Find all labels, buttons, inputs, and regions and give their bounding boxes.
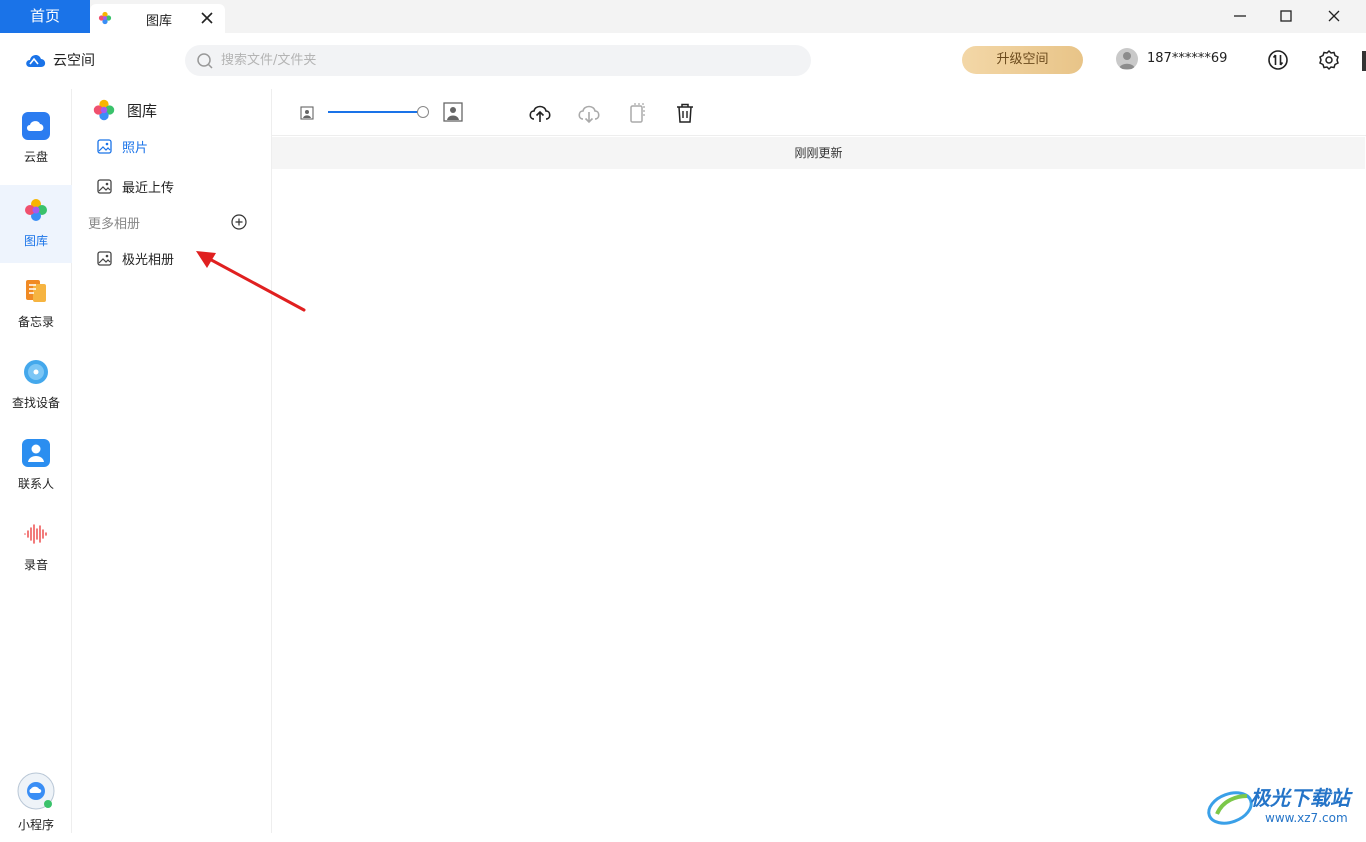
- album-label: 照片: [122, 141, 149, 156]
- rail-label: 联系人: [17, 477, 54, 491]
- annotation-arrow-icon: [196, 251, 306, 312]
- watermark: 极光下载站 www.xz7.com: [1205, 780, 1365, 830]
- minimize-icon[interactable]: [1231, 7, 1249, 25]
- upload-icon[interactable]: [528, 101, 552, 125]
- album-label: 最近上传: [122, 181, 175, 196]
- rail-label: 备忘录: [17, 315, 54, 329]
- search-input[interactable]: [221, 45, 801, 76]
- title-bar: 首页 图库: [0, 0, 1366, 33]
- thumbnail-size-slider[interactable]: [328, 111, 428, 113]
- contacts-icon: [22, 439, 50, 467]
- left-rail: 云盘 图库 备忘录 查找设备 联系人 录音 小程序: [0, 89, 72, 833]
- add-album-icon[interactable]: [231, 214, 247, 230]
- albums-header: 图库: [91, 97, 157, 123]
- toolbar: [272, 89, 1366, 136]
- rail-label: 云盘: [23, 150, 48, 164]
- rail-item-gallery[interactable]: 图库: [0, 185, 72, 263]
- rail-item-contacts[interactable]: 联系人: [0, 428, 72, 506]
- main-panel: 刚刚更新: [272, 89, 1366, 833]
- rail-label: 查找设备: [11, 396, 60, 410]
- brand: 云空间: [24, 50, 95, 70]
- app-header: 云空间 升级空间 187******69: [0, 33, 1366, 89]
- albums-title: 图库: [127, 101, 158, 120]
- maximize-icon[interactable]: [1277, 7, 1295, 25]
- tab-gallery[interactable]: 图库: [90, 4, 225, 33]
- settings-gear-icon[interactable]: [1318, 49, 1340, 71]
- update-status: 刚刚更新: [272, 137, 1365, 169]
- upgrade-button[interactable]: 升级空间: [962, 46, 1083, 74]
- more-albums-label: 更多相册: [88, 217, 141, 232]
- image-icon: [97, 179, 112, 194]
- find-device-icon: [24, 360, 48, 384]
- tab-home[interactable]: 首页: [0, 0, 90, 33]
- transfer-icon[interactable]: [1267, 49, 1289, 71]
- tab-gallery-label: 图库: [146, 14, 173, 29]
- brand-name: 云空间: [53, 53, 95, 69]
- close-icon[interactable]: [200, 11, 214, 25]
- cloud-drive-icon: [22, 112, 50, 140]
- rail-item-find-device[interactable]: 查找设备: [0, 347, 72, 425]
- recording-icon: [24, 524, 47, 544]
- avatar[interactable]: [1116, 48, 1138, 70]
- rail-item-cloud-drive[interactable]: 云盘: [0, 101, 72, 179]
- album-sidebar: 图库 照片 最近上传 更多相册 极光相册: [73, 89, 272, 833]
- rail-item-notes[interactable]: 备忘录: [0, 266, 72, 344]
- image-icon: [97, 251, 112, 266]
- watermark-logo-icon: [1207, 791, 1253, 825]
- delete-trash-icon[interactable]: [673, 101, 697, 125]
- rail-label: 小程序: [17, 818, 54, 832]
- album-label: 极光相册: [122, 253, 175, 268]
- cloud-logo-icon: [26, 54, 46, 67]
- download-icon[interactable]: [577, 101, 601, 125]
- rail-item-recording[interactable]: 录音: [0, 509, 72, 587]
- gallery-icon: [98, 11, 112, 25]
- rail-label: 图库: [23, 234, 48, 248]
- account-phone[interactable]: 187******69: [1147, 51, 1227, 66]
- album-item-aurora[interactable]: 极光相册: [97, 249, 174, 268]
- slider-handle[interactable]: [417, 106, 429, 118]
- search-box[interactable]: [185, 45, 811, 76]
- move-copy-icon[interactable]: [625, 101, 649, 125]
- album-item-photos[interactable]: 照片: [97, 137, 148, 156]
- close-window-icon[interactable]: [1325, 7, 1343, 25]
- qr-code-icon: [17, 772, 55, 810]
- notes-icon: [26, 280, 46, 302]
- watermark-url: www.xz7.com: [1265, 811, 1348, 825]
- user-icon: [1119, 52, 1135, 69]
- small-thumbnail-icon[interactable]: [300, 106, 314, 120]
- rail-item-mini-program[interactable]: 小程序: [0, 764, 72, 842]
- gallery-icon: [93, 99, 115, 121]
- edge-divider: [1362, 51, 1366, 71]
- large-thumbnail-icon[interactable]: [443, 102, 463, 122]
- album-item-recent-uploads[interactable]: 最近上传: [97, 177, 174, 196]
- rail-label: 录音: [23, 558, 48, 572]
- search-icon: [197, 53, 213, 69]
- image-icon: [97, 139, 112, 154]
- gallery-icon: [25, 199, 47, 221]
- watermark-title: 极光下载站: [1250, 786, 1350, 810]
